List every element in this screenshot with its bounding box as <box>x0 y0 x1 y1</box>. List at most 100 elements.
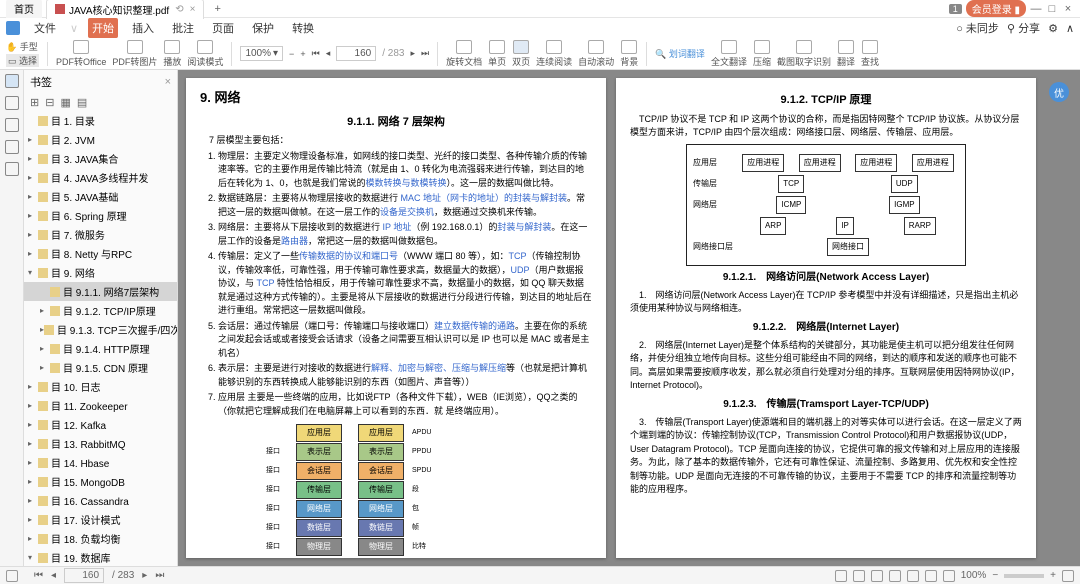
page-last[interactable]: ⏭ <box>421 48 429 59</box>
share-btn[interactable]: ⚲ 分享 <box>1007 20 1040 36</box>
menu-start[interactable]: 开始 <box>88 18 118 38</box>
bookmark-item[interactable]: ▾目 19. 数据库 <box>24 548 177 566</box>
page-next[interactable]: ▸ <box>410 48 415 59</box>
status-icon-5[interactable] <box>907 570 919 582</box>
status-prev[interactable]: ◂ <box>51 570 56 581</box>
bookmark-item[interactable]: ▸目 16. Cassandra <box>24 491 177 510</box>
left-attach-icon[interactable] <box>5 140 19 154</box>
menu-file[interactable]: 文件 <box>30 18 60 38</box>
menu-insert[interactable]: 插入 <box>128 18 158 38</box>
bookmark-item[interactable]: ▸目 5. JAVA基础 <box>24 187 177 206</box>
status-zoom-in[interactable]: + <box>1050 570 1056 581</box>
bookmark-item[interactable]: ▸目 2. JVM <box>24 130 177 149</box>
bookmark-item[interactable]: ▸目 14. Hbase <box>24 453 177 472</box>
tool-double[interactable]: 双页 <box>512 40 530 68</box>
status-next[interactable]: ▸ <box>142 570 147 581</box>
status-icon-7[interactable] <box>943 570 955 582</box>
status-icon-3[interactable] <box>871 570 883 582</box>
user-avatar[interactable]: 优 <box>1049 82 1069 102</box>
tool-hand[interactable]: ✋ 手型 <box>6 40 39 53</box>
bookmark-item[interactable]: ▸目 9.1.3. TCP三次握手/四次挥手 <box>24 320 177 339</box>
left-annot-icon[interactable] <box>5 118 19 132</box>
tool-compress[interactable]: 压缩 <box>753 40 771 68</box>
zoom-value[interactable]: 100% ▾ <box>240 46 283 61</box>
bookmark-item[interactable]: ▸目 4. JAVA多线程并发 <box>24 168 177 187</box>
status-icon-2[interactable] <box>853 570 865 582</box>
window-min[interactable]: — <box>1030 3 1042 15</box>
tab-close-icon[interactable]: × <box>190 4 196 15</box>
bookmark-item[interactable]: 目 9.1.1. 网络7层架构 <box>24 282 177 301</box>
tab-document[interactable]: JAVA核心知识整理.pdf ⟲ × <box>46 0 204 19</box>
menu-annot[interactable]: 批注 <box>168 18 198 38</box>
bm-collapse-icon[interactable]: ▤ <box>77 96 87 109</box>
tool-fulltrans[interactable]: 全文翻译 <box>711 40 747 68</box>
tool-trans[interactable]: 翻译 <box>837 40 855 68</box>
tool-play[interactable]: 播放 <box>163 40 181 68</box>
login-badge[interactable]: 会员登录 ▮ <box>966 0 1026 17</box>
tool-rotate[interactable]: 旋转文档 <box>446 40 482 68</box>
bookmark-item[interactable]: ▸目 8. Netty 与RPC <box>24 244 177 263</box>
status-icon-1[interactable] <box>835 570 847 582</box>
status-total: / 283 <box>112 570 134 581</box>
left-bookmark-icon[interactable] <box>5 74 19 88</box>
zoom-slider[interactable] <box>1004 574 1044 578</box>
bm-expand-icon[interactable]: ▦ <box>60 96 70 109</box>
left-thumb-icon[interactable] <box>5 96 19 110</box>
collapse-icon[interactable]: ∧ <box>1066 22 1074 35</box>
bookmark-item[interactable]: ▸目 10. 日志 <box>24 377 177 396</box>
bm-del-icon[interactable]: ⊟ <box>45 96 54 109</box>
status-icon-6[interactable] <box>925 570 937 582</box>
bookmark-item[interactable]: ▸目 17. 设计模式 <box>24 510 177 529</box>
status-fullscreen[interactable] <box>1062 570 1074 582</box>
bookmark-list[interactable]: 目 1. 目录▸目 2. JVM▸目 3. JAVA集合▸目 4. JAVA多线… <box>24 111 177 566</box>
app-menu-icon[interactable] <box>6 21 20 35</box>
bookmark-item[interactable]: ▸目 15. MongoDB <box>24 472 177 491</box>
status-thumb-icon[interactable] <box>6 570 18 582</box>
sidebar-close-icon[interactable]: × <box>165 76 171 88</box>
tab-add[interactable]: + <box>208 3 226 15</box>
status-icon-4[interactable] <box>889 570 901 582</box>
bookmark-item[interactable]: ▸目 18. 负载均衡 <box>24 529 177 548</box>
window-max[interactable]: □ <box>1046 3 1058 15</box>
more-icon[interactable]: ⚙ <box>1048 22 1058 35</box>
tab-home[interactable]: 首页 <box>6 0 42 18</box>
bookmark-item[interactable]: ▸目 9.1.5. CDN 原理 <box>24 358 177 377</box>
tool-scrolltrans[interactable]: 🔍 划词翻译 <box>655 47 705 60</box>
tool-continuous[interactable]: 连续阅读 <box>536 40 572 68</box>
bookmark-item[interactable]: ▸目 9.1.2. TCP/IP原理 <box>24 301 177 320</box>
tool-select[interactable]: ▭ 选择 <box>6 54 39 67</box>
status-page[interactable]: 160 <box>64 568 104 583</box>
left-sign-icon[interactable] <box>5 162 19 176</box>
tool-pdf-office[interactable]: PDF转Office <box>56 40 106 68</box>
page-prev[interactable]: ◂ <box>326 48 331 59</box>
tool-readmode[interactable]: 阅读模式 <box>187 40 223 68</box>
notification-badge[interactable]: 1 <box>949 4 962 14</box>
tool-imgtotext[interactable]: 截图取字识别 <box>777 40 831 68</box>
page-first[interactable]: ⏮ <box>312 48 320 59</box>
zoom-out[interactable]: − <box>289 49 294 59</box>
bookmark-item[interactable]: ▾目 9. 网络 <box>24 263 177 282</box>
status-zoom-out[interactable]: − <box>992 570 998 581</box>
tool-pdf-img[interactable]: PDF转图片 <box>112 40 157 68</box>
tool-find[interactable]: 查找 <box>861 40 879 68</box>
menu-page[interactable]: 页面 <box>208 18 238 38</box>
bookmark-item[interactable]: ▸目 3. JAVA集合 <box>24 149 177 168</box>
window-close[interactable]: × <box>1062 3 1074 15</box>
bookmark-item[interactable]: ▸目 13. RabbitMQ <box>24 434 177 453</box>
tool-autoscroll[interactable]: 自动滚动 <box>578 40 614 68</box>
bookmark-item[interactable]: ▸目 6. Spring 原理 <box>24 206 177 225</box>
zoom-in[interactable]: + <box>300 49 305 59</box>
tool-bg[interactable]: 背景 <box>620 40 638 68</box>
page-input[interactable]: 160 <box>336 46 376 61</box>
bookmark-item[interactable]: 目 1. 目录 <box>24 111 177 130</box>
sync-status[interactable]: ○ 未同步 <box>956 20 999 36</box>
bookmark-item[interactable]: ▸目 12. Kafka <box>24 415 177 434</box>
bm-add-icon[interactable]: ⊞ <box>30 96 39 109</box>
menu-protect[interactable]: 保护 <box>248 18 278 38</box>
bookmark-item[interactable]: ▸目 9.1.4. HTTP原理 <box>24 339 177 358</box>
menu-convert[interactable]: 转换 <box>288 18 318 38</box>
refresh-icon[interactable]: ⟲ <box>175 4 183 15</box>
bookmark-item[interactable]: ▸目 11. Zookeeper <box>24 396 177 415</box>
bookmark-item[interactable]: ▸目 7. 微服务 <box>24 225 177 244</box>
tool-single[interactable]: 单页 <box>488 40 506 68</box>
